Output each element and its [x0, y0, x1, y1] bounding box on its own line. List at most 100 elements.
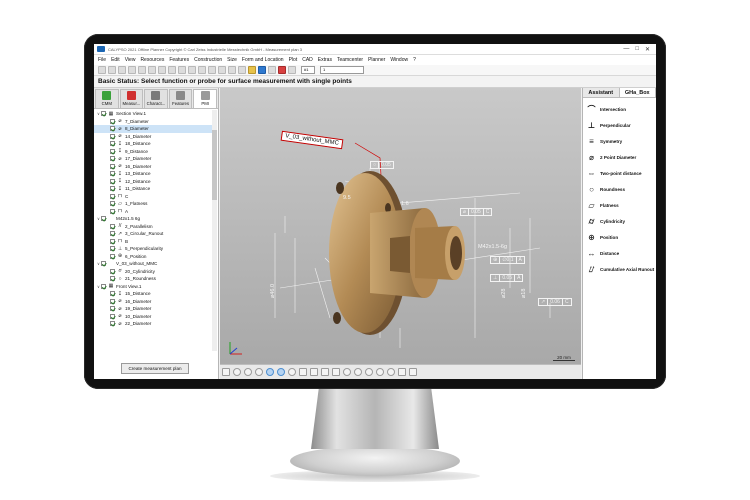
- zoom-out-icon[interactable]: [376, 368, 384, 376]
- menu-item[interactable]: Form and Location: [242, 57, 284, 63]
- probe-icon[interactable]: [158, 66, 166, 74]
- tree-row[interactable]: ⊕ 6_Position: [94, 253, 212, 261]
- tree-checkbox[interactable]: [110, 178, 115, 184]
- tree-row[interactable]: ↧ 15_Distance: [94, 290, 212, 298]
- tree-checkbox[interactable]: [110, 193, 115, 199]
- menu-item[interactable]: Plot: [289, 57, 298, 63]
- new-icon[interactable]: [98, 66, 106, 74]
- tree-checkbox[interactable]: [110, 238, 115, 244]
- star-icon[interactable]: [248, 66, 256, 74]
- tree-row[interactable]: ⌀ 16_Diameter: [94, 298, 212, 306]
- tree-row[interactable]: ↧ 12_Distance: [94, 178, 212, 186]
- tree-checkbox[interactable]: [110, 208, 115, 214]
- open-icon[interactable]: [108, 66, 116, 74]
- tree-checkbox[interactable]: [110, 133, 115, 139]
- shaded-view-icon[interactable]: [277, 368, 285, 376]
- close-button[interactable]: ✕: [645, 46, 650, 53]
- report-icon[interactable]: [228, 66, 236, 74]
- tree-row[interactable]: ↧ 9_Distance: [94, 148, 212, 156]
- tree-row[interactable]: ⊥ 5_Perpendicularity: [94, 245, 212, 253]
- redo-icon[interactable]: [148, 66, 156, 74]
- menu-item[interactable]: Edit: [111, 57, 120, 63]
- characteristic-tool-item[interactable]: ⌒ Intersection: [583, 101, 656, 117]
- menu-item[interactable]: View: [125, 57, 136, 63]
- tab-pmi[interactable]: PMI: [193, 89, 217, 108]
- view-fit-icon[interactable]: [222, 368, 230, 376]
- tree-row[interactable]: ⌀ 16_Diameter: [94, 163, 212, 171]
- tree-row[interactable]: ⌀ 19_Diameter: [94, 305, 212, 313]
- menu-item[interactable]: ?: [413, 57, 416, 63]
- tree-row[interactable]: ▱ 1_Flatness: [94, 200, 212, 208]
- tree-checkbox[interactable]: [101, 283, 106, 289]
- stylus-icon[interactable]: [168, 66, 176, 74]
- menu-item[interactable]: File: [98, 57, 106, 63]
- undo-icon[interactable]: [138, 66, 146, 74]
- dimension-label[interactable]: ⌀28: [501, 289, 507, 298]
- characteristic-tool-item[interactable]: ⌭ Cylindricity: [583, 213, 656, 229]
- tree-checkbox[interactable]: [101, 111, 106, 117]
- tree-row[interactable]: //2_Parallelism: [94, 223, 212, 231]
- tree-row[interactable]: ⊓ B: [94, 238, 212, 246]
- tree-checkbox[interactable]: [101, 216, 106, 222]
- tree-row[interactable]: ⌀ 10_Diameter: [94, 313, 212, 321]
- dimension-label[interactable]: ⌀46.0: [270, 284, 276, 298]
- minimize-button[interactable]: —: [623, 46, 629, 53]
- characteristic-tool-item[interactable]: ▱ Flatness: [583, 197, 656, 213]
- tree-checkbox[interactable]: [110, 321, 115, 327]
- tree-checkbox[interactable]: [110, 313, 115, 319]
- gdt-frame-roundness[interactable]: ○ 0.05: [370, 161, 394, 169]
- tree-checkbox[interactable]: [110, 171, 115, 177]
- tree-row[interactable]: ⌀ 17_Diameter: [94, 155, 212, 163]
- grid-icon[interactable]: [398, 368, 406, 376]
- menu-item[interactable]: Planner: [368, 57, 385, 63]
- tab-characteristics[interactable]: Charact...: [144, 89, 168, 108]
- table-icon[interactable]: [238, 66, 246, 74]
- settings-icon[interactable]: [268, 66, 276, 74]
- run-icon[interactable]: [288, 66, 296, 74]
- tree-row[interactable]: ↧ 11_Distance: [94, 185, 212, 193]
- characteristic-tool-item[interactable]: ≡ Symmetry: [583, 133, 656, 149]
- tab-cmm[interactable]: CMM: [95, 89, 119, 108]
- characteristic-tool-item[interactable]: ⊥ Perpendicular: [583, 117, 656, 133]
- cad-icon[interactable]: [208, 66, 216, 74]
- characteristic-tool-item[interactable]: ⌀ 2 Point Diameter: [583, 149, 656, 165]
- probe-selector[interactable]: #1: [301, 66, 315, 74]
- tree-row[interactable]: ⌀ 22_Diameter: [94, 320, 212, 328]
- tree-checkbox[interactable]: [110, 148, 115, 154]
- save-icon[interactable]: [118, 66, 126, 74]
- front-view-icon[interactable]: [299, 368, 307, 376]
- dimension-label[interactable]: 1.6: [401, 201, 409, 207]
- help-icon[interactable]: [258, 66, 266, 74]
- plot-icon[interactable]: [218, 66, 226, 74]
- menu-item[interactable]: Extras: [318, 57, 332, 63]
- dimension-label[interactable]: ⌀18: [521, 289, 527, 298]
- tree-checkbox[interactable]: [110, 231, 115, 237]
- tree-row[interactable]: ∨ ▦ Front View.1: [94, 283, 212, 291]
- create-measurement-plan-button[interactable]: Create measurement plan: [121, 363, 189, 374]
- tree-row[interactable]: ⌭ 20_Cylindricity: [94, 268, 212, 276]
- section-icon[interactable]: [343, 368, 351, 376]
- stop-icon[interactable]: [278, 66, 286, 74]
- tree-checkbox[interactable]: [110, 186, 115, 192]
- tree-checkbox[interactable]: [110, 298, 115, 304]
- tree-checkbox[interactable]: [110, 253, 115, 259]
- stylus-selector[interactable]: 1: [320, 66, 364, 74]
- characteristic-tool-item[interactable]: ⌰ Cumulative Axial Runout: [583, 261, 656, 277]
- tree-checkbox[interactable]: [110, 156, 115, 162]
- tree-checkbox[interactable]: [110, 268, 115, 274]
- tree-row[interactable]: ⌀ 8_Diameter: [94, 125, 212, 133]
- tree-row[interactable]: ○ 21_Roundness: [94, 275, 212, 283]
- tree-row[interactable]: ↧ 13_Distance: [94, 170, 212, 178]
- base-alignment-icon[interactable]: [188, 66, 196, 74]
- tree-checkbox[interactable]: [110, 246, 115, 252]
- menu-item[interactable]: Resources: [140, 57, 164, 63]
- tree-row[interactable]: ∨ V_03_without_MMC: [94, 260, 212, 268]
- zoom-in-icon[interactable]: [365, 368, 373, 376]
- tree-checkbox[interactable]: [110, 291, 115, 297]
- tree-row[interactable]: ⌀ 7_Diameter: [94, 118, 212, 126]
- menu-item[interactable]: Features: [169, 57, 189, 63]
- menu-item[interactable]: Construction: [194, 57, 222, 63]
- menu-item[interactable]: CAD: [302, 57, 313, 63]
- tab-measurement[interactable]: Measur...: [119, 89, 144, 108]
- tree-checkbox[interactable]: [110, 276, 115, 282]
